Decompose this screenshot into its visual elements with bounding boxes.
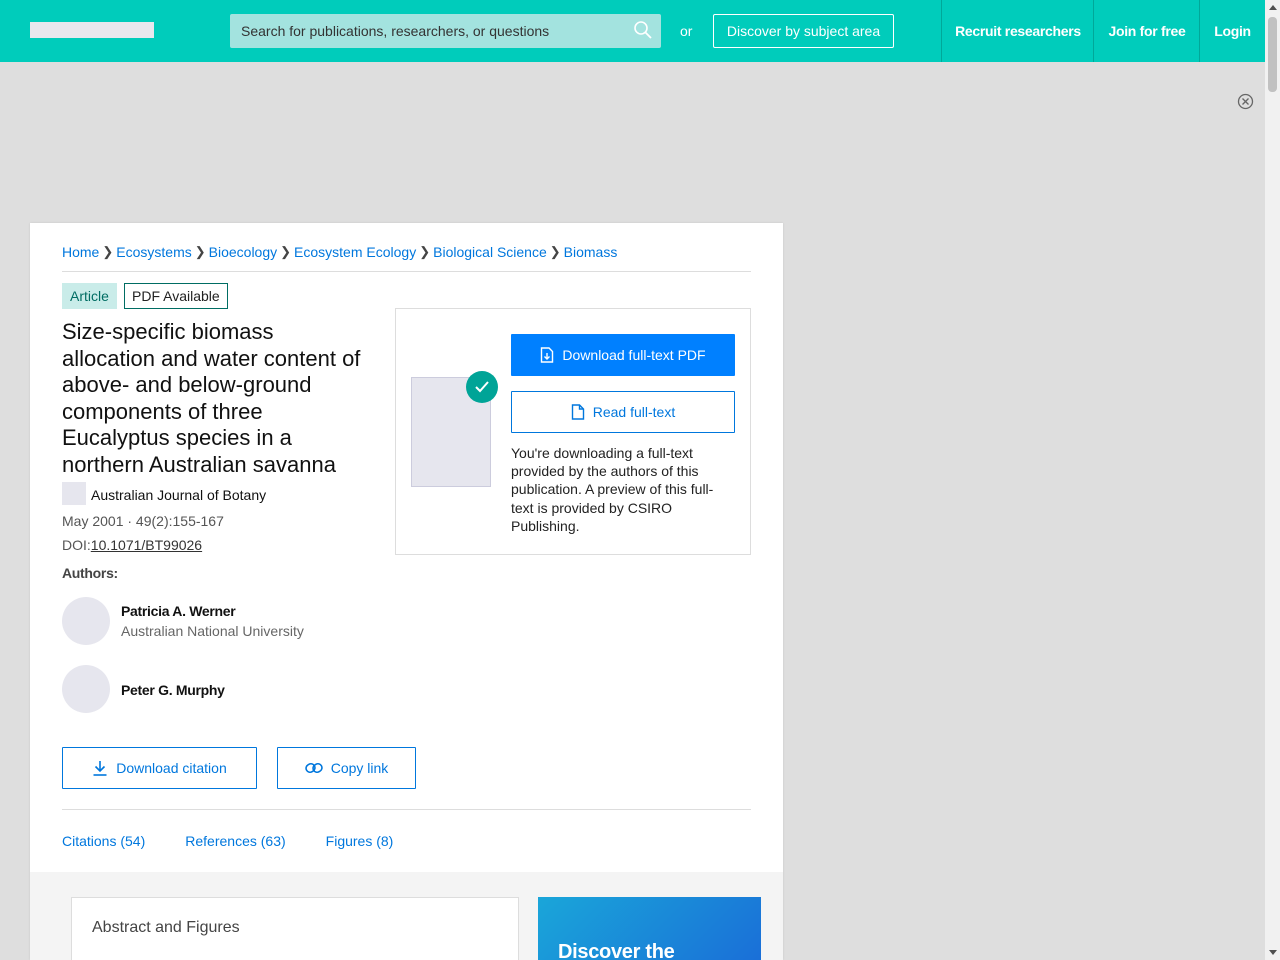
journal-name[interactable]: Australian Journal of Botany [91, 487, 266, 503]
link-icon [304, 762, 323, 774]
download-icon [93, 761, 107, 776]
breadcrumb-biomass[interactable]: Biomass [564, 244, 618, 260]
content-tabs: Citations (54) References (63) Figures (… [62, 833, 433, 849]
promo-banner[interactable]: Discover the [538, 897, 761, 960]
authors-heading: Authors: [62, 565, 118, 581]
chevron-right-icon: ❯ [549, 244, 561, 259]
or-separator: or [680, 23, 693, 39]
download-note: You're downloading a full-text provided … [511, 445, 714, 534]
breadcrumb-divider [62, 271, 751, 272]
chevron-right-icon: ❯ [194, 244, 206, 259]
tab-figures[interactable]: Figures (8) [326, 833, 394, 849]
chevron-right-icon: ❯ [280, 244, 292, 259]
tab-references[interactable]: References (63) [185, 833, 285, 849]
tab-citations[interactable]: Citations (54) [62, 833, 145, 849]
close-ad-icon[interactable] [1237, 93, 1254, 110]
breadcrumb-biological-science[interactable]: Biological Science [433, 244, 547, 260]
search-input[interactable]: Search for publications, researchers, or… [230, 14, 661, 48]
breadcrumb-ecosystems[interactable]: Ecosystems [116, 244, 191, 260]
promo-heading: Discover the [558, 941, 675, 960]
download-citation-label: Download citation [116, 760, 227, 776]
download-citation-button[interactable]: Download citation [62, 747, 257, 789]
breadcrumb-bioecology[interactable]: Bioecology [209, 244, 278, 260]
author-institution: Australian National University [121, 623, 304, 639]
top-navigation-bar: Search for publications, researchers, or… [0, 0, 1265, 62]
abstract-heading: Abstract and Figures [92, 919, 240, 936]
abstract-panel: Abstract and Figures [71, 897, 519, 960]
download-pdf-label: Download full-text PDF [562, 347, 706, 363]
download-panel: Download full-text PDF Read full-text Yo… [395, 308, 751, 555]
breadcrumb-ecosystem-ecology[interactable]: Ecosystem Ecology [294, 244, 416, 260]
breadcrumb-home[interactable]: Home [62, 244, 99, 260]
author-name[interactable]: Patricia A. Werner [121, 603, 236, 619]
chevron-right-icon: ❯ [102, 244, 114, 259]
scroll-up-arrow-icon[interactable] [1269, 5, 1277, 10]
tabs-divider [62, 809, 751, 810]
discover-by-subject-button[interactable]: Discover by subject area [713, 14, 894, 48]
doi-link[interactable]: 10.1071/BT99026 [91, 537, 202, 553]
download-full-text-pdf-button[interactable]: Download full-text PDF [511, 334, 735, 376]
doi-line: DOI:10.1071/BT99026 [62, 537, 202, 553]
scroll-down-arrow-icon[interactable] [1269, 950, 1277, 955]
search-icon[interactable] [633, 20, 653, 40]
join-for-free-link[interactable]: Join for free [1093, 0, 1200, 62]
avatar[interactable] [62, 665, 110, 713]
copy-link-label: Copy link [330, 760, 389, 776]
page-scrollbar[interactable] [1265, 0, 1280, 960]
journal-logo [62, 482, 86, 505]
pdf-available-badge: PDF Available [124, 283, 228, 309]
document-icon [571, 404, 584, 420]
publication-card: Home ❯ Ecosystems ❯ Bioecology ❯ Ecosyst… [30, 223, 783, 960]
recruit-researchers-link[interactable]: Recruit researchers [941, 0, 1094, 62]
login-link[interactable]: Login [1199, 0, 1265, 62]
read-full-text-button[interactable]: Read full-text [511, 391, 735, 433]
read-full-text-label: Read full-text [592, 404, 676, 420]
search-placeholder: Search for publications, researchers, or… [241, 23, 550, 39]
chevron-right-icon: ❯ [419, 244, 431, 259]
copy-link-button[interactable]: Copy link [277, 747, 416, 789]
breadcrumb: Home ❯ Ecosystems ❯ Bioecology ❯ Ecosyst… [62, 244, 617, 260]
article-type-badge: Article [62, 283, 117, 309]
author-name[interactable]: Peter G. Murphy [121, 682, 225, 698]
check-icon [466, 371, 498, 403]
publication-date-volume: May 2001 · 49(2):155-167 [62, 513, 224, 529]
site-logo[interactable] [30, 22, 154, 38]
doi-label: DOI: [62, 537, 91, 553]
page-title: Size-specific biomass allocation and wat… [62, 319, 361, 477]
avatar[interactable] [62, 597, 110, 645]
scrollbar-thumb[interactable] [1268, 17, 1277, 92]
pdf-file-icon [541, 347, 554, 363]
